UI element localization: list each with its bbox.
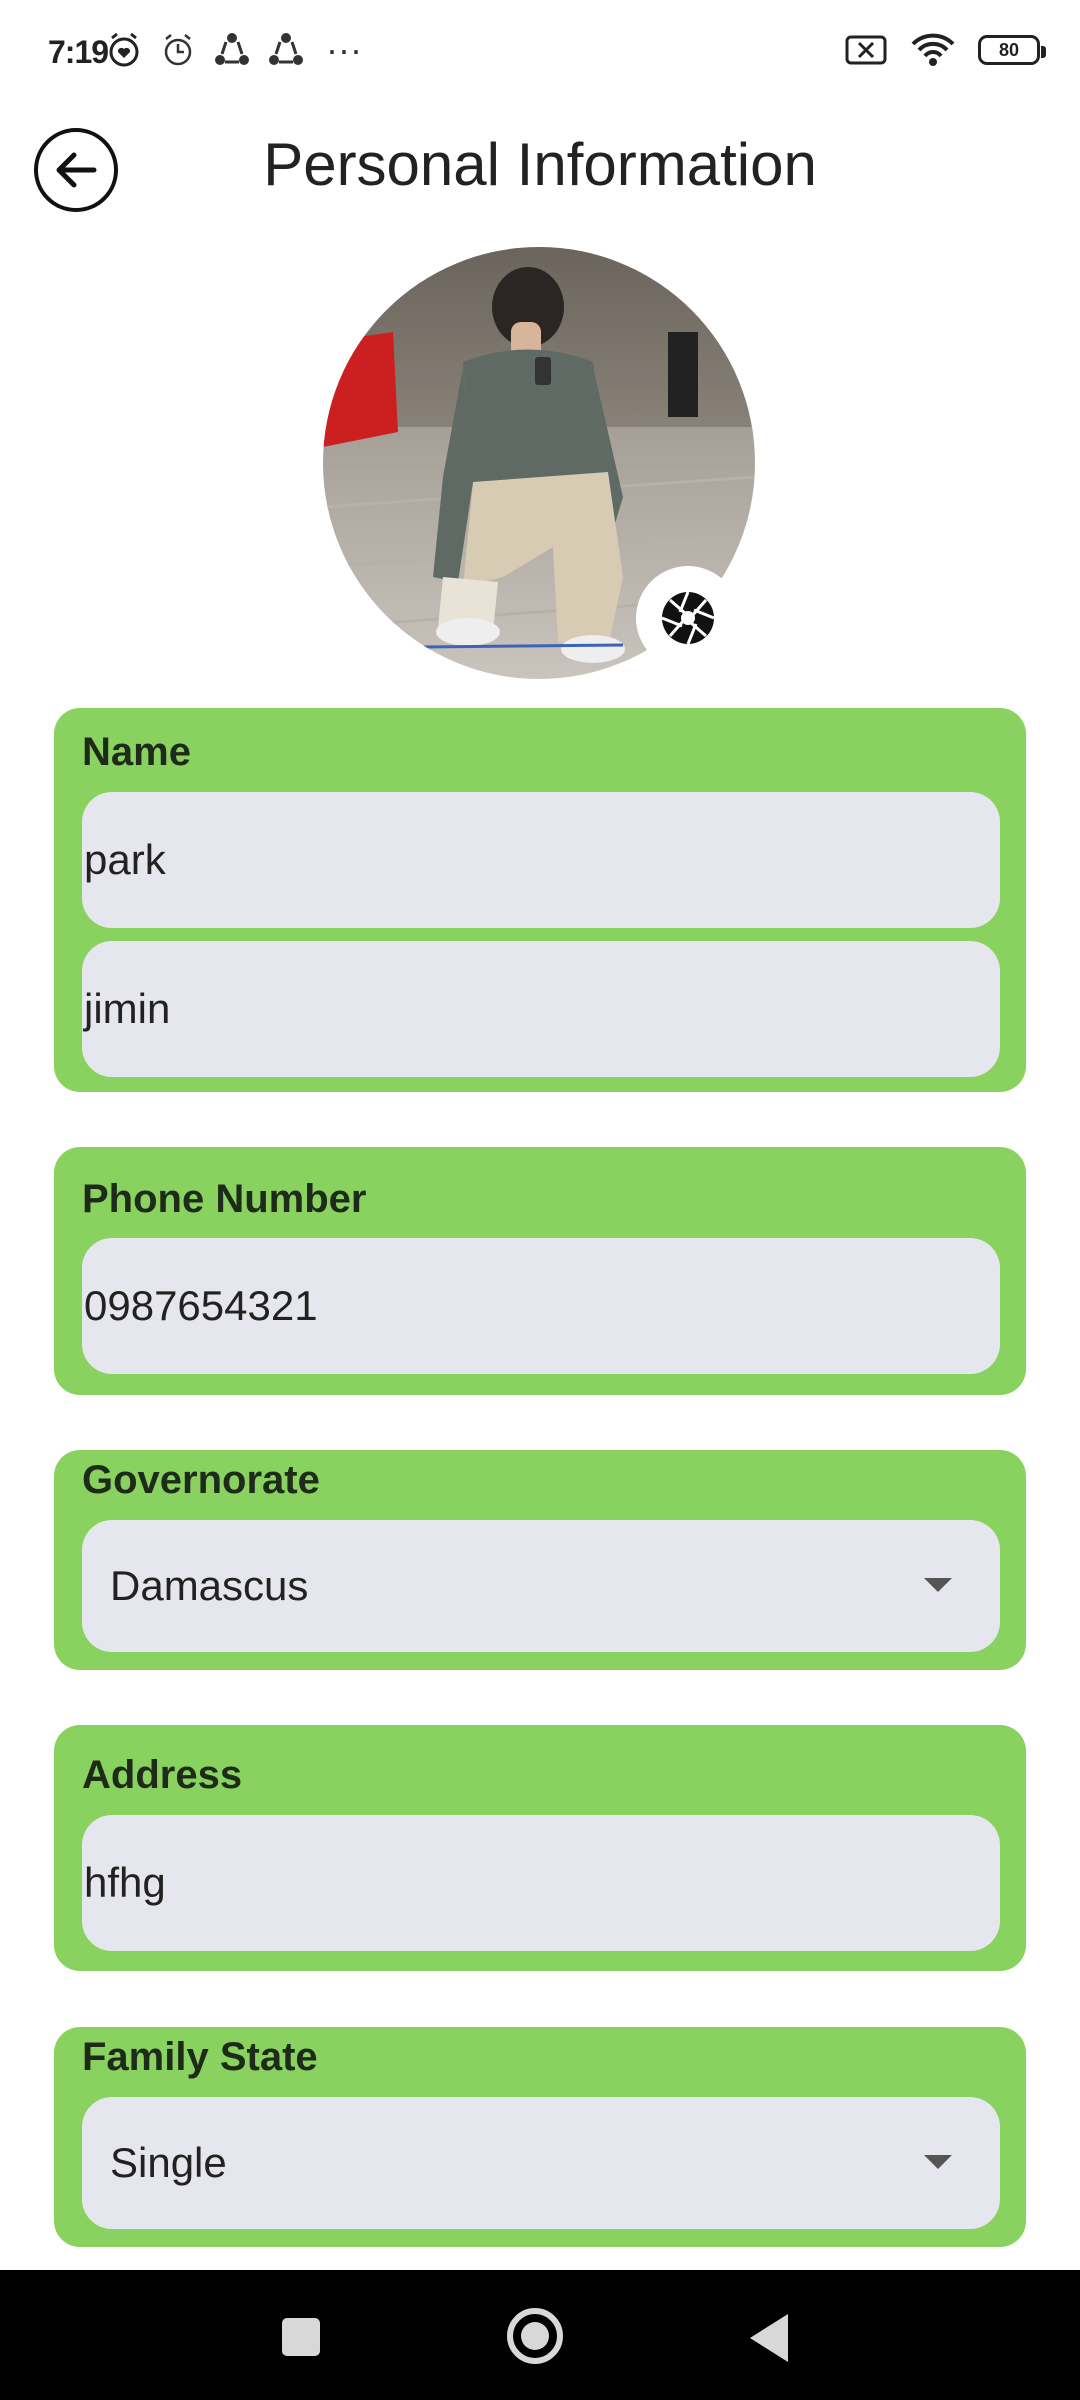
dropdown-arrow-icon (924, 1578, 952, 1592)
camera-aperture-icon (661, 591, 715, 645)
status-time: 7:19 (48, 34, 109, 70)
address-field[interactable]: hfhg (82, 1815, 1000, 1951)
system-back-button[interactable] (750, 2314, 788, 2362)
battery-icon: 80 (978, 35, 1046, 65)
phone-field[interactable]: 0987654321 (82, 1238, 1000, 1374)
first-name-field[interactable]: park (82, 792, 1000, 928)
family-state-label: Family State (82, 2035, 318, 2079)
phone-card: Phone Number 0987654321 (54, 1147, 1026, 1395)
share-sync-icon-2 (269, 33, 303, 65)
more-notifications-icon: ··· (326, 29, 362, 70)
governorate-value: Damascus (110, 1562, 309, 1609)
address-value: hfhg (84, 1859, 166, 1906)
name-card: Name park jimin (54, 708, 1026, 1092)
family-state-value: Single (110, 2139, 227, 2186)
name-label: Name (82, 730, 191, 774)
alarm-icon (164, 34, 192, 66)
page-title: Personal Information (263, 131, 817, 198)
home-button[interactable] (507, 2308, 563, 2364)
last-name-field[interactable]: jimin (82, 941, 1000, 1077)
family-state-card: Family State Single (54, 2027, 1026, 2247)
governorate-select[interactable]: Damascus (82, 1520, 1000, 1652)
family-state-select[interactable]: Single (82, 2097, 1000, 2229)
change-photo-button[interactable] (636, 566, 740, 670)
phone-label: Phone Number (82, 1177, 367, 1221)
dropdown-arrow-icon (924, 2155, 952, 2169)
last-name-value: jimin (84, 985, 171, 1032)
no-sim-icon (845, 35, 887, 65)
phone-value: 0987654321 (84, 1282, 318, 1329)
governorate-card: Governorate Damascus (54, 1450, 1026, 1670)
battery-level: 80 (998, 39, 1020, 60)
address-card: Address hfhg (54, 1725, 1026, 1971)
recent-apps-button[interactable] (282, 2318, 320, 2356)
status-notification-icons: ··· (104, 30, 362, 70)
status-bar: 7:19 ··· 80 (0, 0, 1080, 110)
alarm-heart-icon (109, 32, 139, 67)
system-navigation-bar (0, 2270, 1080, 2400)
share-sync-icon (215, 33, 249, 65)
first-name-value: park (84, 836, 166, 883)
governorate-label: Governorate (82, 1458, 320, 1502)
address-label: Address (82, 1753, 243, 1797)
status-system-icons: 80 (844, 32, 1046, 68)
wifi-icon (911, 33, 955, 66)
